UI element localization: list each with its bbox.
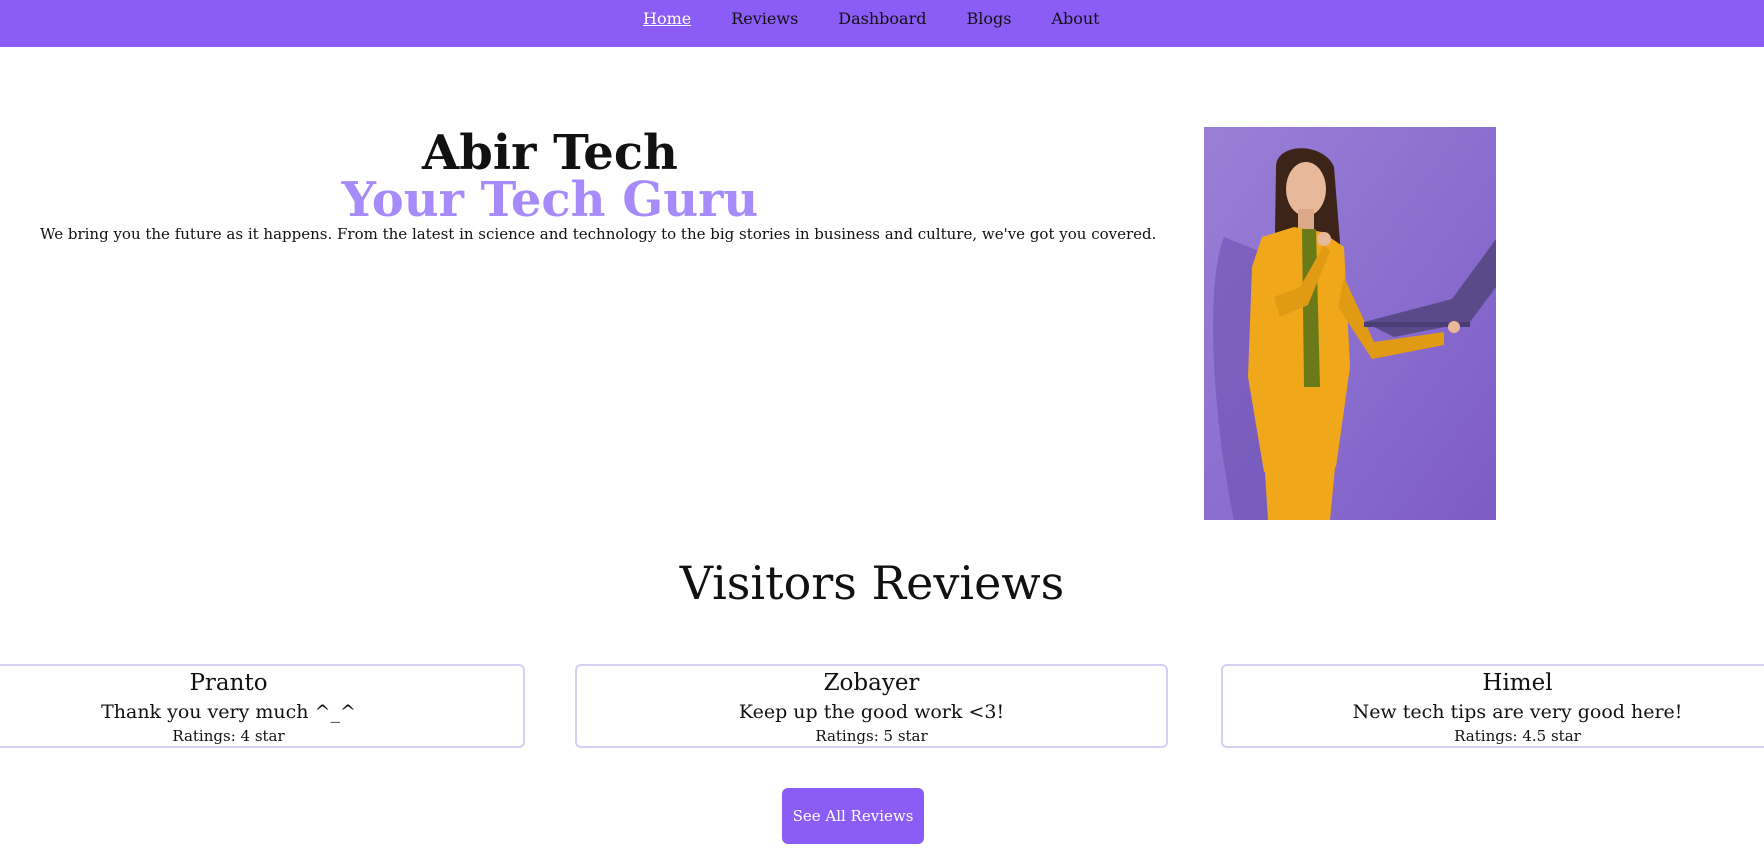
- hero-subtitle: Your Tech Guru: [341, 172, 759, 228]
- review-rating: Ratings: 4 star: [172, 727, 285, 745]
- hero-description: We bring you the future as it happens. F…: [40, 225, 1157, 243]
- review-text: Thank you very much ^_^: [101, 701, 356, 723]
- nav-reviews[interactable]: Reviews: [731, 9, 798, 29]
- nav-about[interactable]: About: [1051, 9, 1099, 29]
- reviews-title: Visitors Reviews: [679, 556, 1065, 610]
- review-text: Keep up the good work <3!: [738, 701, 1005, 723]
- nav-dashboard[interactable]: Dashboard: [838, 9, 926, 29]
- see-all-reviews-button[interactable]: See All Reviews: [782, 788, 924, 844]
- review-rating: Ratings: 5 star: [815, 727, 928, 745]
- review-name: Pranto: [189, 670, 268, 696]
- hero-photo: [1204, 127, 1496, 520]
- nav-home[interactable]: Home: [643, 9, 691, 29]
- main-nav: Home Reviews Dashboard Blogs About: [643, 9, 1140, 29]
- review-name: Himel: [1482, 670, 1553, 696]
- nav-blogs[interactable]: Blogs: [966, 9, 1011, 29]
- review-card: Himel New tech tips are very good here! …: [1221, 664, 1764, 748]
- review-name: Zobayer: [823, 670, 920, 696]
- review-rating: Ratings: 4.5 star: [1454, 727, 1581, 745]
- top-navbar: Home Reviews Dashboard Blogs About: [0, 0, 1764, 47]
- review-card: Pranto Thank you very much ^_^ Ratings: …: [0, 664, 525, 748]
- review-text: New tech tips are very good here!: [1352, 701, 1683, 723]
- review-card: Zobayer Keep up the good work <3! Rating…: [575, 664, 1168, 748]
